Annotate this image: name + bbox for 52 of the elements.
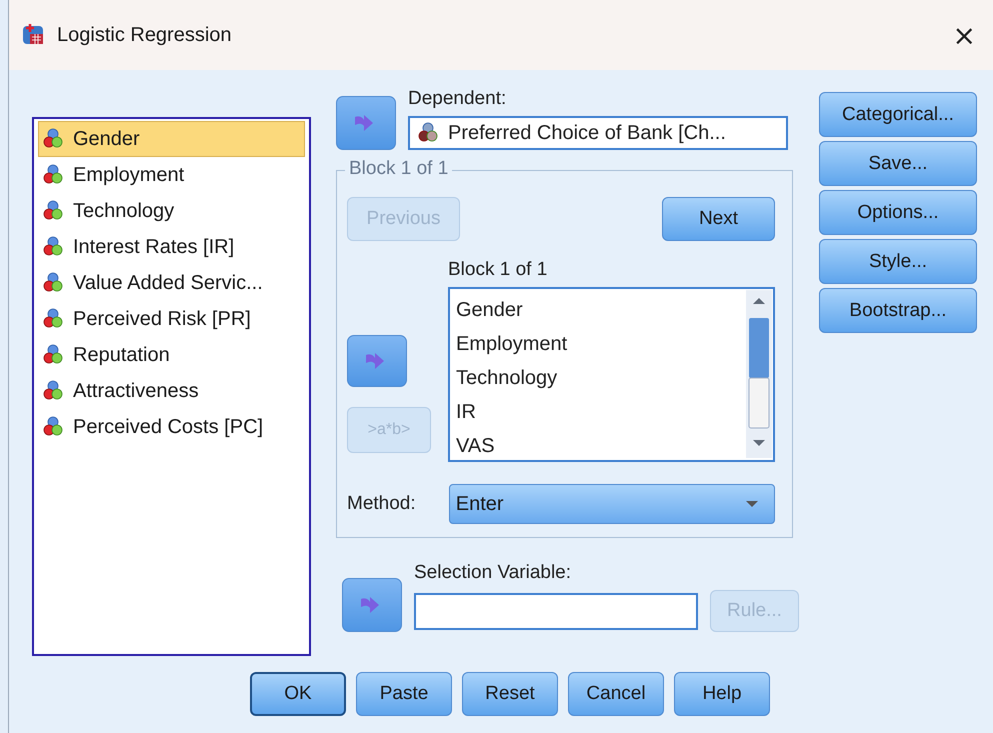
move-arrow-button[interactable] <box>336 96 396 150</box>
dialog-button[interactable]: Options... <box>819 190 977 235</box>
variable-icon <box>43 344 65 366</box>
field-label: Dependent: <box>408 88 508 110</box>
dialog-button[interactable]: Save... <box>819 141 977 186</box>
dialog-button[interactable]: Categorical... <box>819 92 977 137</box>
covariate-item[interactable]: VAS <box>456 429 739 463</box>
variable-icon <box>43 236 65 258</box>
covariate-list[interactable]: Gender Employment Technology IR VAS <box>448 287 775 462</box>
method-dropdown[interactable]: Enter <box>448 484 775 524</box>
variable-item[interactable]: Employment <box>38 157 305 193</box>
variable-icon <box>418 122 440 144</box>
covariate-item[interactable]: Gender <box>456 293 739 327</box>
variable-item[interactable]: Gender <box>38 121 305 157</box>
covariate-item[interactable]: IR <box>456 395 739 429</box>
variable-icon <box>43 128 65 150</box>
field-label: Selection Variable: <box>414 562 572 584</box>
variable-icon <box>43 200 65 222</box>
dependent-field[interactable]: Preferred Choice of Bank [Ch... <box>408 116 788 150</box>
variable-item[interactable]: Technology <box>38 193 305 229</box>
dialog-button[interactable]: Next <box>662 197 775 241</box>
variable-icon <box>43 308 65 330</box>
dialog-button[interactable]: OK <box>250 672 346 716</box>
dialog-button[interactable]: Help <box>674 672 770 716</box>
dialog-button[interactable]: Reset <box>462 672 558 716</box>
field-value: Preferred Choice of Bank [Ch... <box>448 122 726 144</box>
move-arrow-button[interactable] <box>342 578 402 632</box>
list-label: Block 1 of 1 <box>448 259 548 281</box>
field-label: Method: <box>347 493 417 515</box>
variable-item[interactable]: Reputation <box>38 337 305 373</box>
dropdown-value: Enter <box>456 492 504 516</box>
covariate-item[interactable]: Employment <box>456 327 739 361</box>
variable-item[interactable]: Perceived Risk [PR] <box>38 301 305 337</box>
variable-icon <box>43 416 65 438</box>
caret-icon <box>746 501 758 507</box>
dialog-button[interactable]: Bootstrap... <box>819 288 977 333</box>
variable-item[interactable]: Attractiveness <box>38 373 305 409</box>
dialog-button[interactable]: Paste <box>356 672 452 716</box>
variable-item[interactable]: Perceived Costs [PC] <box>38 409 305 445</box>
close-button[interactable]: × <box>946 18 982 52</box>
covariate-item[interactable]: Technology <box>456 361 739 395</box>
variable-item[interactable]: Interest Rates [IR] <box>38 229 305 265</box>
window-title: Logistic Regression <box>57 24 232 46</box>
variable-item[interactable]: Value Added Servic... <box>38 265 305 301</box>
dialog-button[interactable]: Cancel <box>568 672 664 716</box>
dialog-button[interactable]: Style... <box>819 239 977 284</box>
selection-field[interactable] <box>414 592 698 630</box>
variable-icon <box>43 380 65 402</box>
variable-icon <box>43 164 65 186</box>
move-arrow-button[interactable] <box>347 335 407 387</box>
variable-list[interactable]: Gender Employment Technology Interest Rates [IR] Value Added Servic... Perceived Risk [PR] Reputation Attractiveness Perceived Costs [PC] <box>32 117 311 656</box>
variable-icon <box>43 272 65 294</box>
